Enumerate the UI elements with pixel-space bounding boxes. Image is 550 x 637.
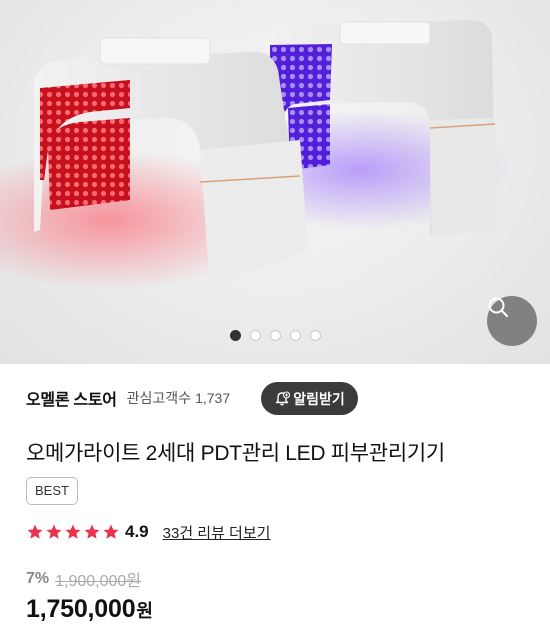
best-badge: BEST [26,477,78,505]
notify-button[interactable]: 알림받기 [261,382,358,415]
original-price: 1,900,000원 [55,573,142,590]
product-photo [0,20,510,290]
zoom-button[interactable] [487,296,537,346]
rating-score: 4.9 [125,522,149,541]
carousel-dot-5[interactable] [309,330,321,341]
star-icon [103,524,119,539]
star-icon [46,524,62,539]
magnifier-icon [488,297,509,318]
product-image-carousel[interactable] [0,0,550,364]
carousel-dot-1[interactable] [229,330,241,341]
reviews-link[interactable]: 33건 리뷰 더보기 [163,522,271,543]
store-info: 오멜론 스토어 관심고객수 1,737 [26,380,230,416]
rating-row: 4.9 33건 리뷰 더보기 [26,519,270,545]
currency-unit: 원 [136,601,153,621]
store-name[interactable]: 오멜론 스토어 [26,386,117,410]
notify-label: 알림받기 [293,390,345,407]
star-rating [26,523,120,541]
star-icon [65,524,81,539]
discount-rate: 7% [26,570,50,587]
follower-label: 관심고객수 [126,390,192,406]
carousel-dot-3[interactable] [269,330,281,341]
carousel-indicator [0,330,550,341]
bell-plus-icon [276,390,291,405]
star-icon [27,524,43,539]
sale-price: 1,750,000 [26,595,136,623]
discount-row: 7% 1,900,000원 [26,567,141,591]
star-icon [84,524,100,539]
product-title: 오메가라이트 2세대 PDT관리 LED 피부관리기기 [26,442,445,465]
carousel-dot-2[interactable] [249,330,261,341]
carousel-dot-4[interactable] [289,330,301,341]
follower-count: 1,737 [195,390,231,406]
price-row: 1,750,000 원 [26,595,153,629]
